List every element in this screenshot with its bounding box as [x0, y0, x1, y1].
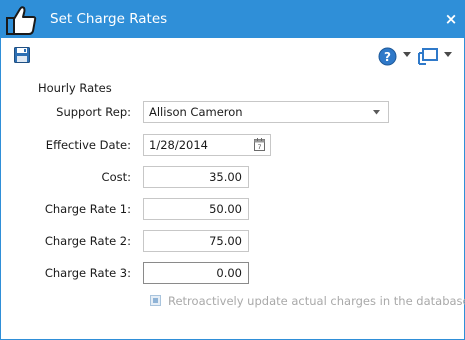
charge-rate-3-input[interactable]: 0.00 — [143, 262, 249, 284]
calendar-icon[interactable]: 7 — [254, 138, 265, 151]
support-rep-label: Support Rep: — [56, 105, 131, 119]
charge-rate-2-label: Charge Rate 2: — [44, 234, 131, 248]
close-button[interactable]: × — [443, 10, 459, 28]
section-title: Hourly Rates — [38, 81, 112, 95]
view-dropdown-chevron-icon[interactable] — [444, 52, 452, 58]
dialog-window: Set Charge Rates × ? Hourly Rates Suppor… — [0, 0, 465, 340]
help-icon[interactable]: ? — [378, 47, 397, 66]
cost-value: 35.00 — [209, 170, 242, 184]
svg-text:7: 7 — [258, 144, 262, 151]
charge-rate-1-label: Charge Rate 1: — [44, 202, 131, 216]
charge-rate-3-label: Charge Rate 3: — [44, 266, 131, 280]
save-icon[interactable] — [14, 47, 30, 63]
title-bar[interactable]: Set Charge Rates × — [1, 1, 464, 38]
effective-date-value: 1/28/2014 — [149, 138, 208, 152]
effective-date-field[interactable]: 1/28/2014 7 — [143, 134, 271, 156]
charge-rate-3-value: 0.00 — [216, 266, 242, 280]
view-options-icon[interactable] — [418, 46, 440, 66]
cost-label: Cost: — [101, 170, 131, 184]
cost-input[interactable]: 35.00 — [143, 166, 249, 188]
svg-text:?: ? — [384, 50, 391, 64]
effective-date-label: Effective Date: — [45, 138, 131, 152]
charge-rate-2-input[interactable]: 75.00 — [143, 230, 249, 252]
checkbox-box[interactable] — [150, 295, 161, 306]
charge-rate-2-value: 75.00 — [209, 234, 242, 248]
charge-rate-1-input[interactable]: 50.00 — [143, 198, 249, 220]
window-title: Set Charge Rates — [50, 11, 168, 27]
thumbs-up-icon — [6, 6, 37, 35]
support-rep-select[interactable]: Allison Cameron — [143, 101, 389, 123]
chevron-down-icon — [373, 110, 380, 115]
help-dropdown-chevron-icon[interactable] — [403, 52, 411, 58]
retroactive-update-label: Retroactively update actual charges in t… — [168, 294, 465, 308]
support-rep-value: Allison Cameron — [149, 105, 243, 119]
charge-rate-1-value: 50.00 — [209, 202, 242, 216]
checkbox-check-mark — [153, 298, 158, 303]
